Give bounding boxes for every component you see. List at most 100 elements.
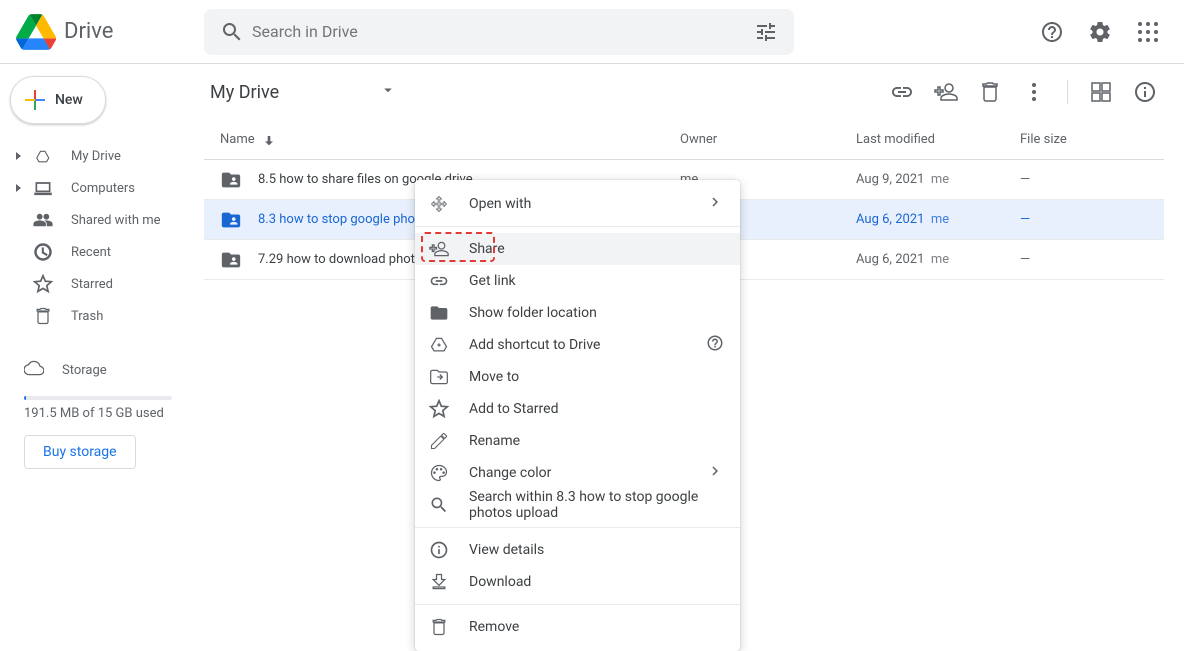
sidebar-item-trash[interactable]: Trash	[6, 300, 188, 332]
star-icon	[33, 274, 53, 294]
sidebar-item-label: Trash	[71, 309, 103, 324]
col-owner[interactable]: Owner	[680, 132, 856, 147]
new-button-label: New	[55, 92, 83, 108]
move-icon	[429, 367, 449, 387]
sidebar: New My Drive Computers Shared with me Recen…	[0, 64, 188, 469]
context-menu: Open with Share Get link Show folder locati…	[415, 180, 740, 651]
shared-icon	[33, 210, 53, 230]
menu-item-link[interactable]: Get link	[415, 265, 740, 297]
menu-item-person-add[interactable]: Share	[415, 233, 740, 265]
remove-icon[interactable]	[971, 73, 1009, 111]
chevron-right-icon	[706, 193, 724, 215]
support-icon[interactable]	[1032, 12, 1072, 52]
folder-icon	[429, 303, 449, 323]
search-input[interactable]	[252, 22, 746, 41]
menu-item-palette[interactable]: Change color	[415, 457, 740, 489]
person-add-icon	[429, 239, 449, 259]
file-size: —	[1020, 212, 1164, 227]
logo[interactable]: Drive	[16, 12, 204, 52]
help-icon[interactable]	[706, 334, 724, 356]
sort-arrow-icon	[261, 132, 277, 148]
grid-view-icon[interactable]	[1082, 73, 1120, 111]
menu-item-label: Rename	[469, 433, 520, 449]
menu-item-label: Share	[469, 241, 505, 257]
sidebar-item-recent[interactable]: Recent	[6, 236, 188, 268]
menu-item-label: Remove	[469, 619, 519, 635]
info-icon	[429, 540, 449, 560]
file-modified: Aug 6, 2021 me	[856, 212, 1020, 227]
col-modified[interactable]: Last modified	[856, 132, 1020, 147]
apps-icon[interactable]	[1128, 12, 1168, 52]
menu-item-label: Show folder location	[469, 305, 597, 321]
menu-item-star[interactable]: Add to Starred	[415, 393, 740, 425]
storage-bar	[24, 396, 172, 400]
menu-item-label: Change color	[469, 465, 551, 481]
folder-icon	[220, 209, 242, 231]
more-actions-icon[interactable]	[1015, 73, 1053, 111]
menu-item-rename[interactable]: Rename	[415, 425, 740, 457]
expand-icon[interactable]	[16, 184, 21, 192]
sidebar-item-star[interactable]: Starred	[6, 268, 188, 300]
new-button[interactable]: New	[10, 76, 106, 124]
folder-icon	[220, 169, 242, 191]
search-icon[interactable]	[212, 12, 252, 52]
col-size[interactable]: File size	[1020, 132, 1164, 147]
file-size: —	[1020, 172, 1164, 187]
get-link-icon[interactable]	[883, 73, 921, 111]
file-modified: Aug 6, 2021 me	[856, 252, 1020, 267]
menu-item-search[interactable]: Search within 8.3 how to stop google pho…	[415, 489, 740, 521]
file-modified: Aug 9, 2021 me	[856, 172, 1020, 187]
search-bar[interactable]	[204, 9, 794, 55]
menu-item-label: Add shortcut to Drive	[469, 337, 600, 353]
trash-icon	[33, 306, 53, 326]
sidebar-item-label: Computers	[71, 181, 135, 196]
table-header: Name Owner Last modified File size	[204, 120, 1164, 160]
drive-icon	[33, 146, 53, 166]
details-icon[interactable]	[1126, 73, 1164, 111]
settings-icon[interactable]	[1080, 12, 1120, 52]
menu-item-trash[interactable]: Remove	[415, 611, 740, 643]
storage-label: Storage	[62, 363, 107, 378]
menu-item-shortcut[interactable]: Add shortcut to Drive	[415, 329, 740, 361]
sidebar-item-label: Starred	[71, 277, 113, 292]
sidebar-item-shared[interactable]: Shared with me	[6, 204, 188, 236]
menu-item-label: Search within 8.3 how to stop google pho…	[469, 489, 726, 521]
menu-item-label: Move to	[469, 369, 519, 385]
plus-icon	[25, 90, 45, 110]
divider	[1067, 80, 1068, 104]
app-name: Drive	[64, 19, 113, 44]
menu-separator	[415, 226, 740, 227]
search-icon	[429, 495, 449, 515]
shortcut-icon	[429, 335, 449, 355]
sidebar-item-storage[interactable]: Storage	[24, 352, 172, 388]
sidebar-item-label: Recent	[71, 245, 111, 260]
share-icon[interactable]	[927, 73, 965, 111]
breadcrumb[interactable]: My Drive	[204, 81, 397, 104]
menu-item-folder[interactable]: Show folder location	[415, 297, 740, 329]
menu-item-label: Get link	[469, 273, 516, 289]
palette-icon	[429, 463, 449, 483]
menu-item-open[interactable]: Open with	[415, 188, 740, 220]
menu-item-move[interactable]: Move to	[415, 361, 740, 393]
cloud-icon	[24, 358, 44, 382]
recent-icon	[33, 242, 53, 262]
menu-separator	[415, 527, 740, 528]
computers-icon	[33, 178, 53, 198]
menu-item-label: View details	[469, 542, 544, 558]
storage-used-text: 191.5 MB of 15 GB used	[24, 406, 172, 421]
sidebar-item-computers[interactable]: Computers	[6, 172, 188, 204]
menu-item-info[interactable]: View details	[415, 534, 740, 566]
menu-item-download[interactable]: Download	[415, 566, 740, 598]
buy-storage-button[interactable]: Buy storage	[24, 435, 136, 469]
trash-icon	[429, 617, 449, 637]
menu-item-label: Open with	[469, 196, 531, 212]
folder-icon	[220, 249, 242, 271]
open-icon	[429, 194, 449, 214]
menu-item-label: Add to Starred	[469, 401, 558, 417]
col-name[interactable]: Name	[220, 132, 680, 148]
chevron-right-icon	[706, 462, 724, 484]
search-options-icon[interactable]	[746, 12, 786, 52]
sidebar-item-drive[interactable]: My Drive	[6, 140, 188, 172]
expand-icon[interactable]	[16, 152, 21, 160]
menu-separator	[415, 604, 740, 605]
